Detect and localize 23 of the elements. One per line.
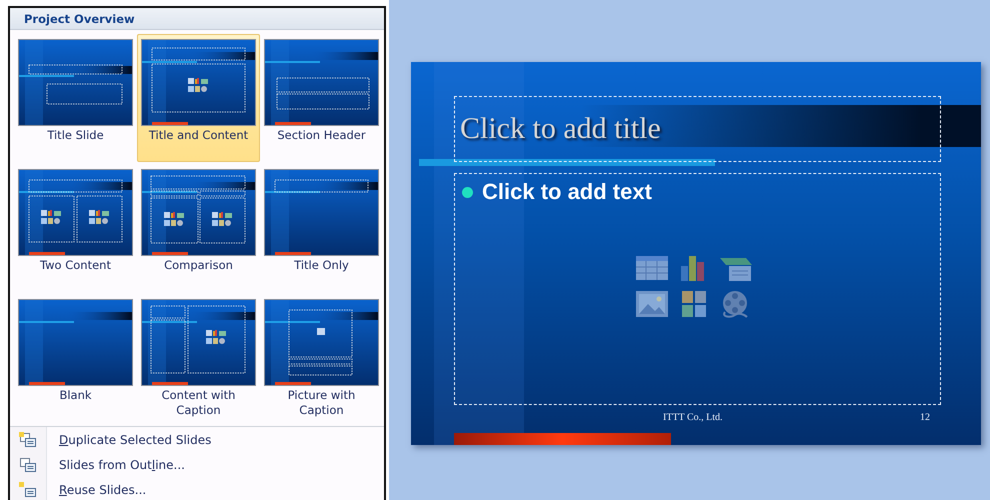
menu-item[interactable]: Slides from Outline... [59, 458, 185, 472]
layout-option[interactable]: Content with Caption [137, 294, 260, 422]
title-placeholder[interactable]: Click to add title [454, 96, 941, 162]
panel-title: Project Overview [24, 12, 135, 26]
slide-number: 12 [920, 412, 930, 423]
slides-icon [19, 432, 37, 448]
picture-icon[interactable] [635, 290, 669, 318]
layout-option[interactable]: Title Only [260, 164, 383, 292]
menu-item[interactable]: Reuse Slides... [59, 482, 146, 496]
table-icon[interactable] [635, 254, 669, 282]
layout-option[interactable]: Comparison [137, 164, 260, 292]
layout-option[interactable]: Blank [14, 294, 137, 422]
slides-icon [19, 482, 37, 498]
slide-footer: ITTT Co., Ltd. [663, 412, 723, 423]
placeholder-text: Click to add text [482, 178, 652, 206]
layout-option[interactable]: Two Content [14, 164, 137, 292]
layout-option[interactable]: Title and Content [137, 34, 260, 162]
slides-icon [19, 456, 37, 472]
layout-option[interactable]: Picture with Caption [260, 294, 383, 422]
menu-item[interactable]: Duplicate Selected Slides [59, 432, 212, 446]
layout-option[interactable]: Section Header [260, 34, 383, 162]
bullet-icon [462, 187, 473, 198]
layout-option[interactable]: Title Slide [14, 34, 137, 162]
